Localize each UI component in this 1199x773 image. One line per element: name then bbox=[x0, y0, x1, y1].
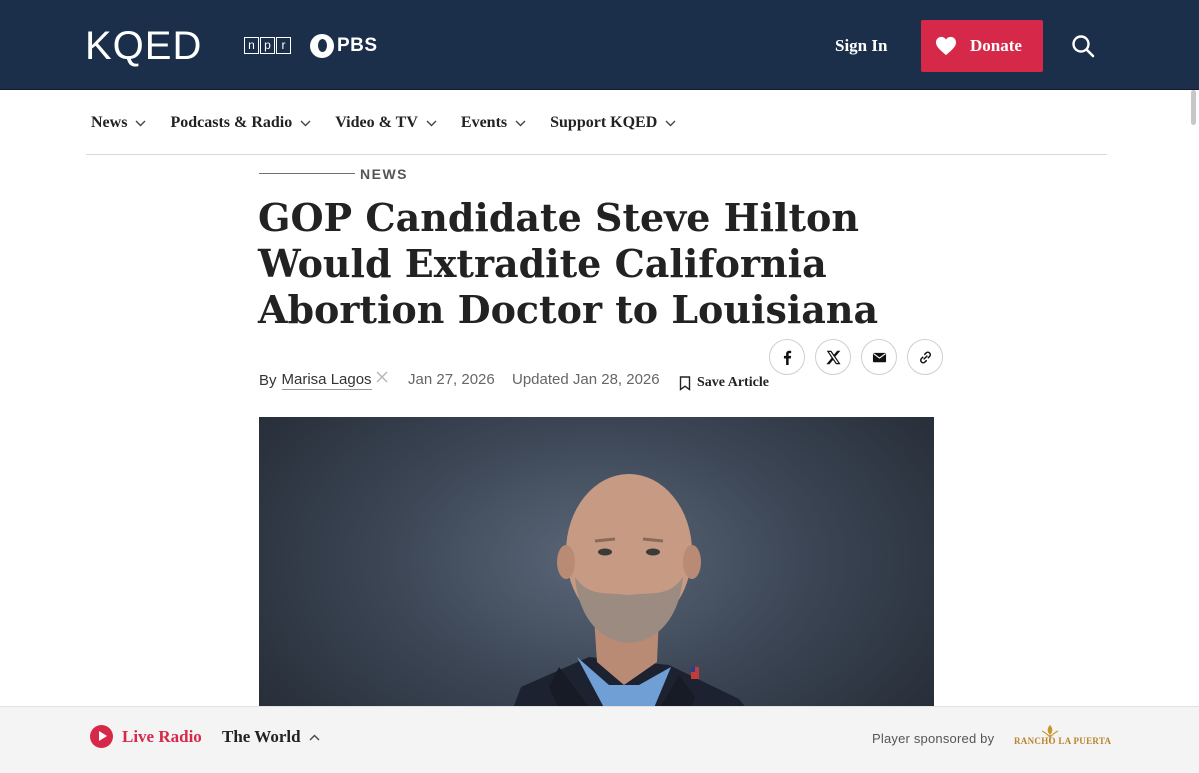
publish-date: Jan 27, 2026 bbox=[408, 371, 495, 388]
donate-button[interactable]: Donate bbox=[921, 20, 1043, 72]
link-icon bbox=[919, 351, 931, 363]
save-article-label: Save Article bbox=[697, 375, 769, 390]
author-x-icon[interactable] bbox=[376, 371, 388, 383]
nav-item-label: News bbox=[91, 114, 128, 131]
nav-item-podcasts-radio[interactable]: Podcasts & Radio bbox=[170, 114, 311, 132]
share-email-button[interactable] bbox=[861, 339, 897, 375]
chevron-down-icon bbox=[300, 120, 311, 126]
nav-item-label: Podcasts & Radio bbox=[170, 114, 293, 131]
x-icon bbox=[825, 350, 841, 364]
article-headline: GOP Candidate Steve Hilton Would Extradi… bbox=[258, 195, 879, 332]
updated-date: Updated Jan 28, 2026 bbox=[512, 371, 660, 388]
pbs-head-icon bbox=[310, 34, 334, 58]
page-scrollbar[interactable] bbox=[1191, 90, 1196, 125]
npr-letter: r bbox=[276, 37, 291, 54]
save-article-button[interactable]: Save Article bbox=[679, 375, 769, 391]
pbs-logo[interactable]: PBS bbox=[310, 34, 378, 58]
byline: By Marisa Lagos bbox=[259, 371, 388, 390]
author-link[interactable]: Marisa Lagos bbox=[281, 371, 372, 390]
npr-logo[interactable]: n p r bbox=[244, 37, 292, 54]
header-divider bbox=[0, 89, 1199, 90]
search-icon[interactable] bbox=[1071, 34, 1095, 58]
nav-item-label: Video & TV bbox=[335, 114, 418, 131]
chevron-down-icon bbox=[665, 120, 676, 126]
live-radio-label[interactable]: Live Radio bbox=[122, 727, 202, 747]
sign-in-link[interactable]: Sign In bbox=[835, 36, 887, 56]
share-facebook-button[interactable] bbox=[769, 339, 805, 375]
station-selector[interactable]: The World bbox=[222, 727, 320, 747]
pbs-label: PBS bbox=[337, 35, 378, 56]
email-icon bbox=[872, 352, 886, 362]
chevron-down-icon bbox=[515, 120, 526, 126]
nav-item-label: Support KQED bbox=[550, 114, 658, 131]
npr-letter: p bbox=[260, 37, 275, 54]
category-kicker[interactable]: NEWS bbox=[360, 166, 408, 182]
nav-item-support-kqed[interactable]: Support KQED bbox=[550, 114, 676, 132]
byline-prefix: By bbox=[259, 372, 277, 389]
chevron-down-icon bbox=[426, 120, 437, 126]
chevron-up-icon bbox=[309, 734, 320, 740]
share-x-button[interactable] bbox=[815, 339, 851, 375]
sponsor-text: Player sponsored by bbox=[872, 731, 995, 746]
npr-letter: n bbox=[244, 37, 259, 54]
nav-item-events[interactable]: Events bbox=[461, 114, 526, 132]
nav-item-news[interactable]: News bbox=[91, 114, 146, 132]
bookmark-icon bbox=[679, 375, 691, 391]
donate-label: Donate bbox=[970, 36, 1022, 55]
nav-item-video-tv[interactable]: Video & TV bbox=[335, 114, 437, 132]
facebook-icon bbox=[783, 350, 791, 365]
kqed-logo[interactable]: KQED bbox=[85, 24, 202, 68]
nav-divider bbox=[86, 154, 1107, 155]
copy-link-button[interactable] bbox=[907, 339, 943, 375]
chevron-down-icon bbox=[135, 120, 146, 126]
station-name: The World bbox=[222, 727, 301, 746]
nav-item-label: Events bbox=[460, 114, 508, 131]
radio-player-bar: Live Radio The World Player sponsored by… bbox=[0, 706, 1199, 773]
heart-icon bbox=[936, 36, 956, 56]
main-nav: News Podcasts & Radio Video & TV Events … bbox=[91, 110, 700, 136]
sponsor-logo-text: RANCHO LA PUERTA bbox=[1014, 736, 1112, 746]
kicker-rule bbox=[259, 173, 355, 174]
site-header: KQED n p r PBS Sign In Donate bbox=[0, 0, 1199, 90]
play-icon[interactable] bbox=[90, 725, 113, 748]
